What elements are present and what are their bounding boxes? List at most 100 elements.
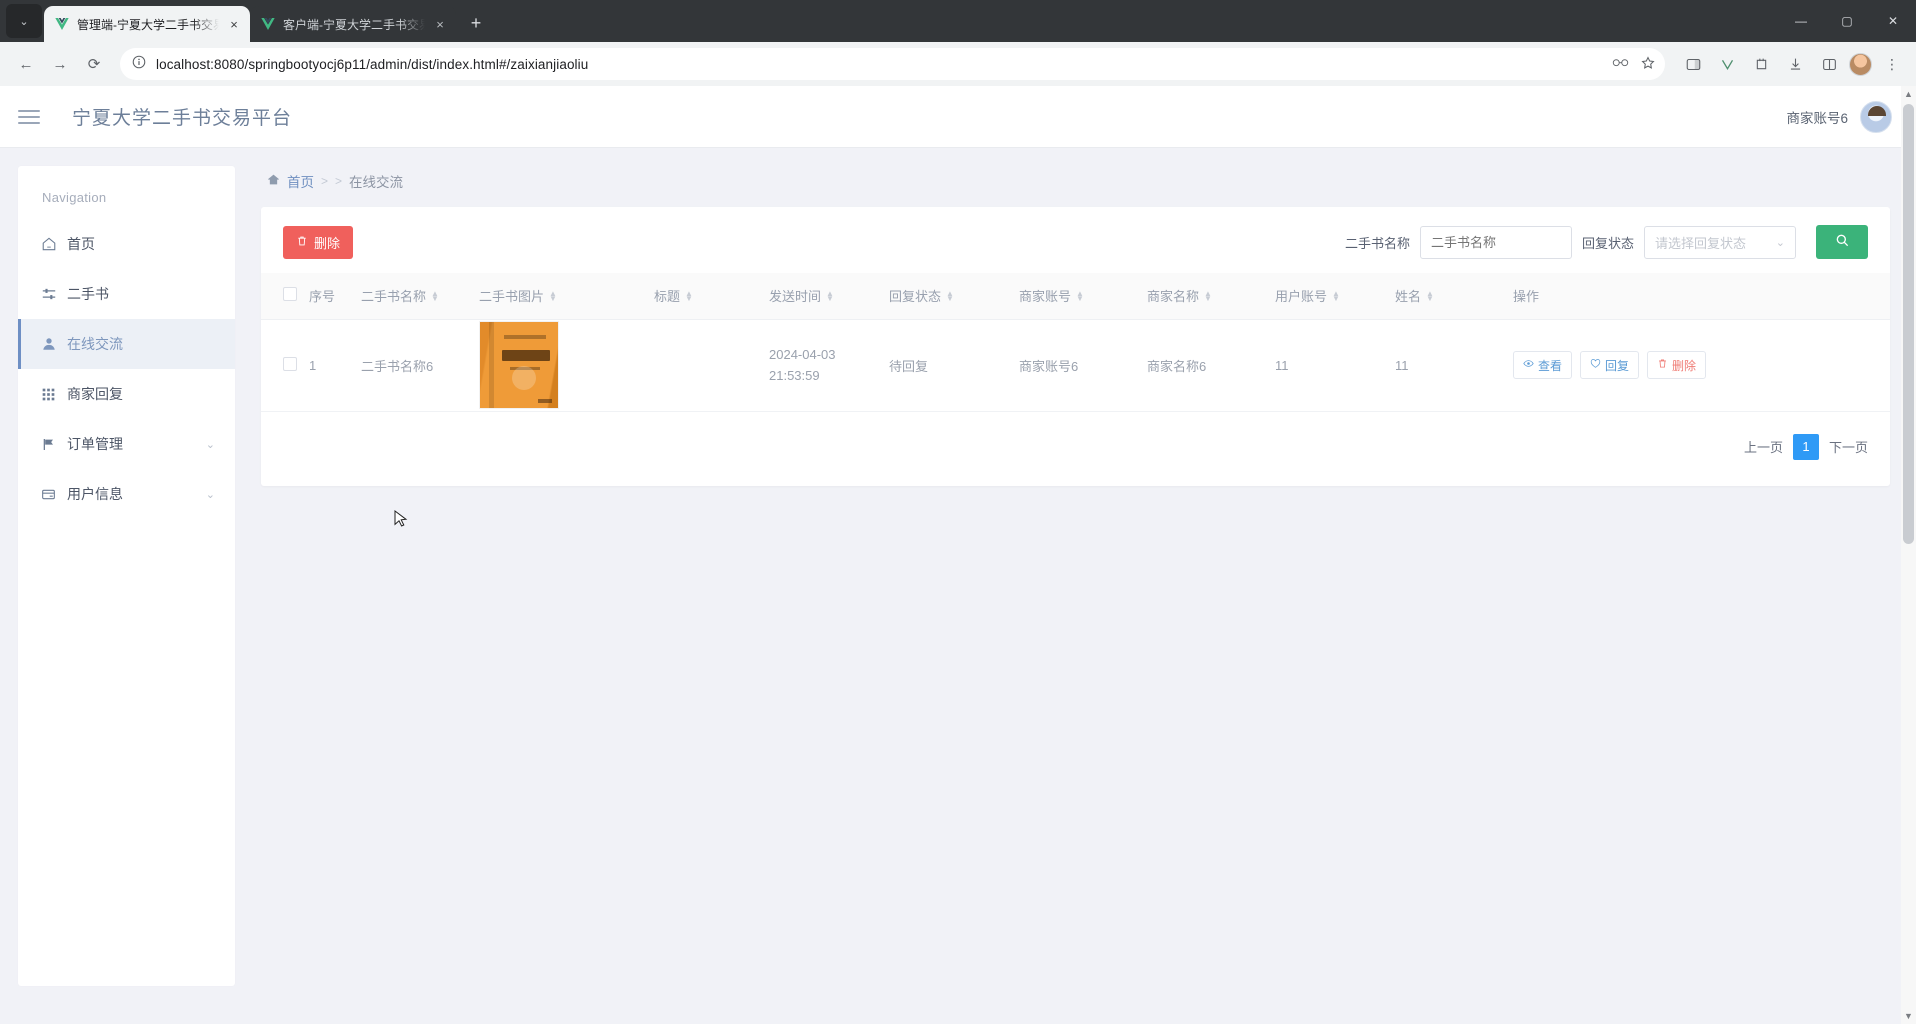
column-merchant-name[interactable]: 商家名称 ▲ ▼ — [1141, 273, 1269, 320]
column-merchant-account[interactable]: 商家账号 ▲ ▼ — [1013, 273, 1141, 320]
sidebar-item-secondhand-books[interactable]: 二手书 — [18, 269, 235, 319]
delete-button[interactable]: 删除 — [283, 225, 354, 259]
column-reply-status[interactable]: 回复状态 ▲ ▼ — [883, 273, 1013, 320]
column-index: 序号 — [303, 273, 355, 320]
cell-send-time: 2024-04-03 21:53:59 — [763, 319, 883, 412]
window-close-button[interactable]: ✕ — [1870, 0, 1916, 42]
maximize-button[interactable]: ▢ — [1824, 0, 1870, 42]
row-action-group: 查看 回复 删除 — [1513, 351, 1884, 379]
column-title[interactable]: 标题 ▲ ▼ — [648, 273, 763, 320]
sliders-icon — [40, 286, 57, 303]
hamburger-icon[interactable] — [16, 102, 46, 132]
column-label: 标题 — [654, 289, 681, 305]
send-time-text: 2024-04-03 21:53:59 — [769, 347, 836, 383]
profile-avatar[interactable] — [1849, 52, 1872, 76]
scroll-down-arrow-icon[interactable]: ▼ — [1904, 1011, 1913, 1021]
sidebar-item-user-info[interactable]: 用户信息 ⌄ — [18, 469, 235, 519]
v-extension-icon[interactable] — [1713, 50, 1741, 78]
sidebar-item-online-chat[interactable]: 在线交流 — [18, 319, 235, 369]
prev-page-button[interactable]: 上一页 — [1744, 437, 1783, 456]
page-body: Navigation 首页 二手书 在线交流 商家回复 订单管理 ⌄ 用户信息 … — [0, 148, 1916, 1024]
user-icon — [40, 336, 57, 353]
table-row[interactable]: 1 二手书名称6 2024-04-03 21:53:59 待回复 商家账号6 商… — [261, 319, 1890, 412]
column-label: 姓名 — [1395, 289, 1422, 305]
next-page-button[interactable]: 下一页 — [1829, 437, 1868, 456]
sort-arrows-icon[interactable]: ▲ ▼ — [549, 289, 557, 302]
select-reply-status-value: 请选择回复状态 — [1655, 235, 1747, 251]
column-book-image[interactable]: 二手书图片 ▲ ▼ — [473, 273, 648, 320]
sort-arrows-icon[interactable]: ▲ ▼ — [431, 289, 439, 302]
minimize-button[interactable]: — — [1778, 0, 1824, 42]
sidepanel-icon[interactable] — [1679, 50, 1707, 78]
column-book-name[interactable]: 二手书名称 ▲ ▼ — [355, 273, 473, 320]
flag-icon — [40, 436, 57, 453]
select-all-checkbox[interactable] — [283, 287, 297, 302]
column-name[interactable]: 姓名 ▲ ▼ — [1389, 273, 1507, 320]
row-checkbox[interactable] — [283, 356, 297, 371]
chevron-down-icon[interactable]: ⌄ — [206, 438, 215, 451]
sort-arrows-icon[interactable]: ▲ ▼ — [826, 289, 834, 302]
search-icon — [1835, 233, 1850, 252]
tab-title: 客户端-宁夏大学二手书交易平... — [283, 17, 425, 32]
view-button-label: 查看 — [1538, 358, 1563, 373]
download-icon[interactable] — [1781, 50, 1809, 78]
chevron-down-icon[interactable]: ⌄ — [206, 488, 215, 501]
tab-search-button[interactable]: ⌄ — [6, 4, 42, 38]
delete-button-label: 删除 — [314, 235, 341, 251]
view-button[interactable]: 查看 — [1513, 351, 1573, 379]
select-reply-status[interactable]: 请选择回复状态 ⌄ — [1644, 225, 1796, 259]
column-send-time[interactable]: 发送时间 ▲ ▼ — [763, 273, 883, 320]
sort-arrows-icon[interactable]: ▲ ▼ — [1076, 289, 1084, 302]
sidebar-item-merchant-reply[interactable]: 商家回复 — [18, 369, 235, 419]
browser-tab-client[interactable]: 客户端-宁夏大学二手书交易平... × — [250, 6, 456, 42]
cell-book-image — [473, 319, 648, 412]
breadcrumb: 首页 > > 在线交流 — [261, 166, 1890, 207]
cell-reply-status: 待回复 — [883, 319, 1013, 412]
search-button[interactable] — [1816, 225, 1868, 259]
sidebar-item-label: 首页 — [67, 236, 95, 252]
sidebar-item-home[interactable]: 首页 — [18, 219, 235, 269]
extensions-icon[interactable] — [1747, 50, 1775, 78]
close-icon[interactable]: × — [432, 16, 448, 32]
url-text: localhost:8080/springbootyocj6p11/admin/… — [156, 56, 589, 72]
reply-button-label: 回复 — [1605, 358, 1630, 373]
info-circle-icon[interactable] — [132, 55, 146, 74]
page-number-1[interactable]: 1 — [1792, 433, 1819, 460]
glasses-icon[interactable] — [1612, 56, 1629, 73]
sidebar-item-label: 商家回复 — [67, 386, 123, 402]
sort-arrows-icon[interactable]: ▲ ▼ — [1426, 289, 1434, 302]
book-cover-image[interactable] — [479, 321, 559, 409]
sort-arrows-icon[interactable]: ▲ ▼ — [946, 289, 954, 302]
column-user-account[interactable]: 用户账号 ▲ ▼ — [1269, 273, 1389, 320]
page-scrollbar[interactable]: ▲ ▼ — [1901, 86, 1916, 1024]
tab-strip: ⌄ 管理端-宁夏大学二手书交易平... × 客户端-宁夏大学二手书交易平... … — [0, 0, 1916, 42]
browser-tab-admin[interactable]: 管理端-宁夏大学二手书交易平... × — [44, 6, 250, 42]
header-user-area[interactable]: 商家账号6 — [1786, 100, 1892, 133]
back-icon[interactable]: ← — [10, 48, 42, 80]
card-icon — [40, 486, 57, 503]
scroll-up-arrow-icon[interactable]: ▲ — [1904, 89, 1913, 99]
scrollbar-thumb[interactable] — [1903, 104, 1914, 544]
sort-arrows-icon[interactable]: ▲ ▼ — [685, 289, 693, 302]
reload-icon[interactable]: ⟳ — [78, 48, 110, 80]
sidebar-item-order-management[interactable]: 订单管理 ⌄ — [18, 419, 235, 469]
address-bar[interactable]: localhost:8080/springbootyocj6p11/admin/… — [120, 48, 1665, 80]
new-tab-button[interactable]: + — [462, 9, 490, 37]
split-screen-icon[interactable] — [1815, 50, 1843, 78]
star-icon[interactable] — [1641, 55, 1655, 73]
sort-arrows-icon[interactable]: ▲ ▼ — [1204, 289, 1212, 302]
reply-button[interactable]: 回复 — [1580, 351, 1640, 379]
close-icon[interactable]: × — [226, 16, 242, 32]
table-header-row: 序号 二手书名称 ▲ ▼ 二手书图片 ▲ ▼ 标题 ▲ ▼ 发送时间 ▲ ▼ 回… — [261, 273, 1890, 320]
cell-user-account: 11 — [1269, 319, 1389, 412]
browser-menu-icon[interactable]: ⋮ — [1878, 50, 1906, 78]
breadcrumb-home[interactable]: 首页 — [287, 171, 314, 191]
search-input-book-name[interactable] — [1419, 225, 1572, 259]
row-delete-button[interactable]: 删除 — [1647, 351, 1707, 379]
forward-icon[interactable]: → — [44, 48, 76, 80]
table-body: 1 二手书名称6 2024-04-03 21:53:59 待回复 商家账号6 商… — [261, 319, 1890, 412]
user-name: 商家账号6 — [1786, 110, 1848, 126]
cell-merchant-account: 商家账号6 — [1013, 319, 1141, 412]
avatar[interactable] — [1860, 100, 1892, 133]
sort-arrows-icon[interactable]: ▲ ▼ — [1332, 289, 1340, 302]
